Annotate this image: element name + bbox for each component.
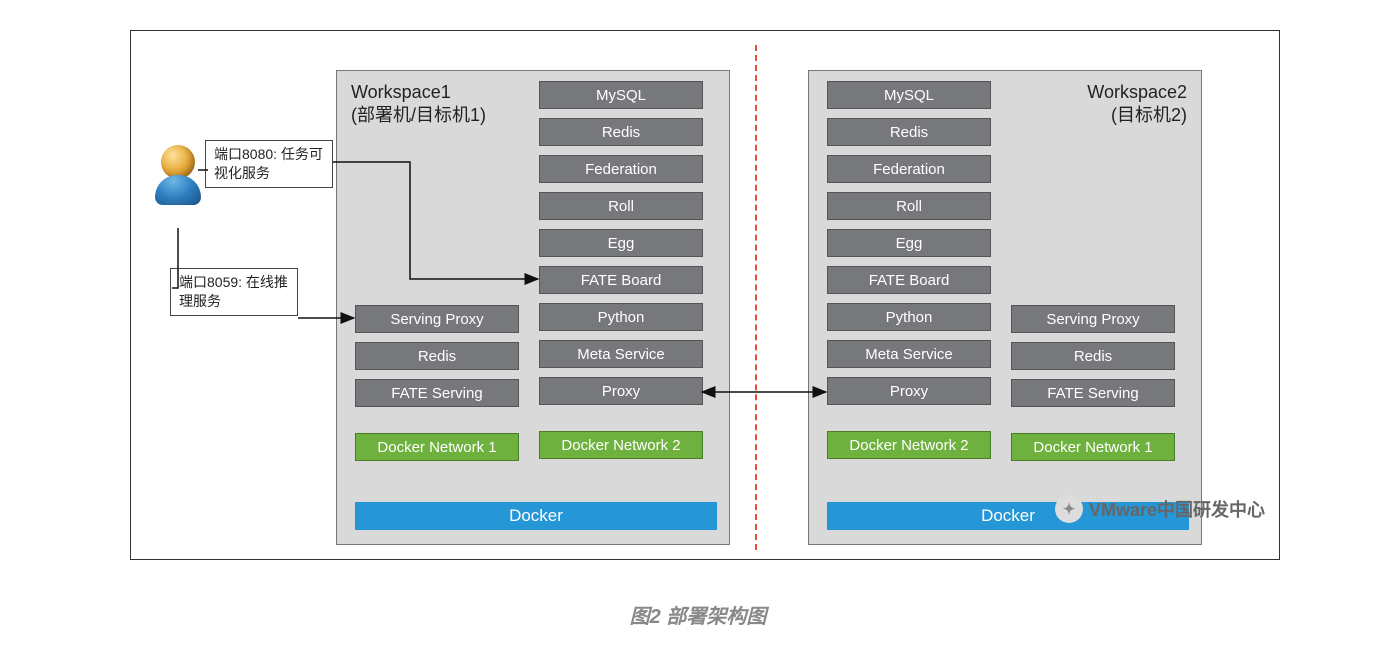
ws2-left-column: MySQL Redis Federation Roll Egg FATE Boa… [827, 81, 991, 459]
boundary-divider [755, 45, 757, 550]
ws1-proxy: Proxy [539, 377, 703, 405]
ws1-python: Python [539, 303, 703, 331]
ws2-net-2: Docker Network 2 [827, 431, 991, 459]
ws2-meta-service: Meta Service [827, 340, 991, 368]
watermark-text: VMware中国研发中心 [1089, 496, 1265, 522]
annotation-port-8080: 端口8080: 任务可视化服务 [205, 140, 333, 188]
ws1-right-column: MySQL Redis Federation Roll Egg FATE Boa… [539, 81, 703, 459]
ws2-egg: Egg [827, 229, 991, 257]
workspace-1: Workspace1(部署机/目标机1) Serving Proxy Redis… [336, 70, 730, 545]
ws1-roll: Roll [539, 192, 703, 220]
ws2-right-column: Serving Proxy Redis FATE Serving Docker … [1011, 305, 1175, 461]
ws1-net-2: Docker Network 2 [539, 431, 703, 459]
ws2-redis-serving: Redis [1011, 342, 1175, 370]
ws2-redis: Redis [827, 118, 991, 146]
ws1-redis-serving: Redis [355, 342, 519, 370]
ws2-fate-serving: FATE Serving [1011, 379, 1175, 407]
wechat-icon: ✦ [1055, 495, 1083, 523]
ws2-fate-board: FATE Board [827, 266, 991, 294]
ws1-serving-proxy: Serving Proxy [355, 305, 519, 333]
workspace-2-title: Workspace2(目标机2) [1087, 81, 1187, 128]
ws2-serving-proxy: Serving Proxy [1011, 305, 1175, 333]
annotation-port-8059: 端口8059: 在线推理服务 [170, 268, 298, 316]
ws1-meta-service: Meta Service [539, 340, 703, 368]
ws2-mysql: MySQL [827, 81, 991, 109]
ws2-roll: Roll [827, 192, 991, 220]
ws2-federation: Federation [827, 155, 991, 183]
user-icon [155, 145, 201, 225]
watermark: ✦ VMware中国研发中心 [1055, 495, 1265, 523]
ws2-net-1: Docker Network 1 [1011, 433, 1175, 461]
ws1-mysql: MySQL [539, 81, 703, 109]
ws2-proxy: Proxy [827, 377, 991, 405]
ws1-fate-serving: FATE Serving [355, 379, 519, 407]
ws1-redis: Redis [539, 118, 703, 146]
workspace-1-title: Workspace1(部署机/目标机1) [351, 81, 486, 128]
ws1-fate-board: FATE Board [539, 266, 703, 294]
figure-caption: 图2 部署架构图 [0, 600, 1396, 629]
ws1-docker: Docker [355, 502, 717, 530]
ws1-net-1: Docker Network 1 [355, 433, 519, 461]
workspace-2: Workspace2(目标机2) MySQL Redis Federation … [808, 70, 1202, 545]
ws1-egg: Egg [539, 229, 703, 257]
ws2-python: Python [827, 303, 991, 331]
ws1-left-column: Serving Proxy Redis FATE Serving Docker … [355, 305, 519, 461]
ws1-federation: Federation [539, 155, 703, 183]
